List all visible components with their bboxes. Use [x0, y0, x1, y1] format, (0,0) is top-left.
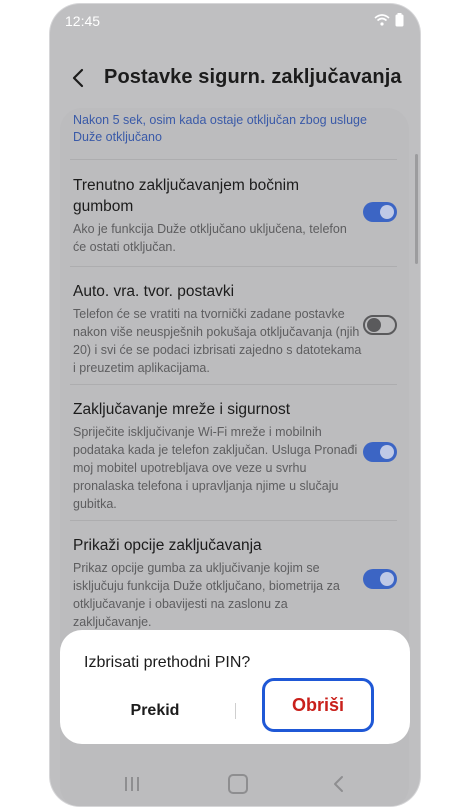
status-bar: 12:45 [50, 4, 420, 38]
recent-apps-icon[interactable] [123, 776, 141, 792]
setting-show-lock-options[interactable]: Prikaži opcije zaključavanja Prikaz opci… [73, 535, 363, 631]
home-icon[interactable] [228, 774, 248, 794]
divider [70, 520, 397, 521]
back-nav-icon[interactable] [332, 774, 346, 794]
divider [70, 384, 397, 385]
status-time: 12:45 [65, 13, 101, 29]
battery-icon [395, 13, 404, 27]
setting-title: Auto. vra. tvor. postavki [73, 283, 235, 300]
chevron-left-icon[interactable] [68, 64, 90, 92]
auto-lock-summary-link[interactable]: Nakon 5 sek, osim kada ostaje otključan … [73, 112, 373, 146]
navigation-bar [50, 766, 420, 806]
setting-description: Spriječite isključivanje Wi-Fi mreže i m… [73, 425, 358, 511]
setting-side-button-lock[interactable]: Trenutno zaključavanjem bočnim gumbom Ak… [73, 175, 363, 256]
setting-network-security-lock[interactable]: Zaključavanje mreže i sigurnost Spriječi… [73, 399, 363, 513]
scrollbar-thumb[interactable] [415, 154, 418, 264]
setting-title: Zaključavanje mreže i sigurnost [73, 401, 291, 418]
delete-pin-dialog: Izbrisati prethodni PIN? Prekid Obriši [60, 630, 410, 744]
side-button-lock-toggle[interactable] [363, 202, 397, 222]
auto-factory-reset-toggle[interactable] [363, 315, 397, 335]
setting-description: Telefon će se vratiti na tvornički zadan… [73, 307, 362, 375]
page-title: Postavke sigurn. zaključavanja [104, 66, 402, 88]
status-icons [374, 13, 404, 27]
page-header: Postavke sigurn. zaključavanja [50, 58, 420, 98]
show-lock-options-toggle[interactable] [363, 569, 397, 589]
button-separator [235, 703, 236, 719]
cancel-button[interactable]: Prekid [100, 694, 210, 728]
delete-button[interactable]: Obriši [262, 678, 374, 732]
setting-description: Prikaz opcije gumba za uključivanje koji… [73, 561, 340, 629]
dialog-message: Izbrisati prethodni PIN? [84, 654, 251, 671]
setting-title: Prikaži opcije zaključavanja [73, 537, 262, 554]
setting-description: Ako je funkcija Duže otključano uključen… [73, 222, 347, 254]
setting-title: Trenutno zaključavanjem bočnim gumbom [73, 177, 300, 215]
divider [70, 266, 397, 267]
wifi-icon [374, 14, 390, 26]
divider [70, 159, 397, 160]
network-security-lock-toggle[interactable] [363, 442, 397, 462]
phone-screen: 12:45 Postavke sigurn. zaključavanja Nak… [50, 4, 420, 806]
setting-auto-factory-reset[interactable]: Auto. vra. tvor. postavki Telefon će se … [73, 281, 363, 377]
